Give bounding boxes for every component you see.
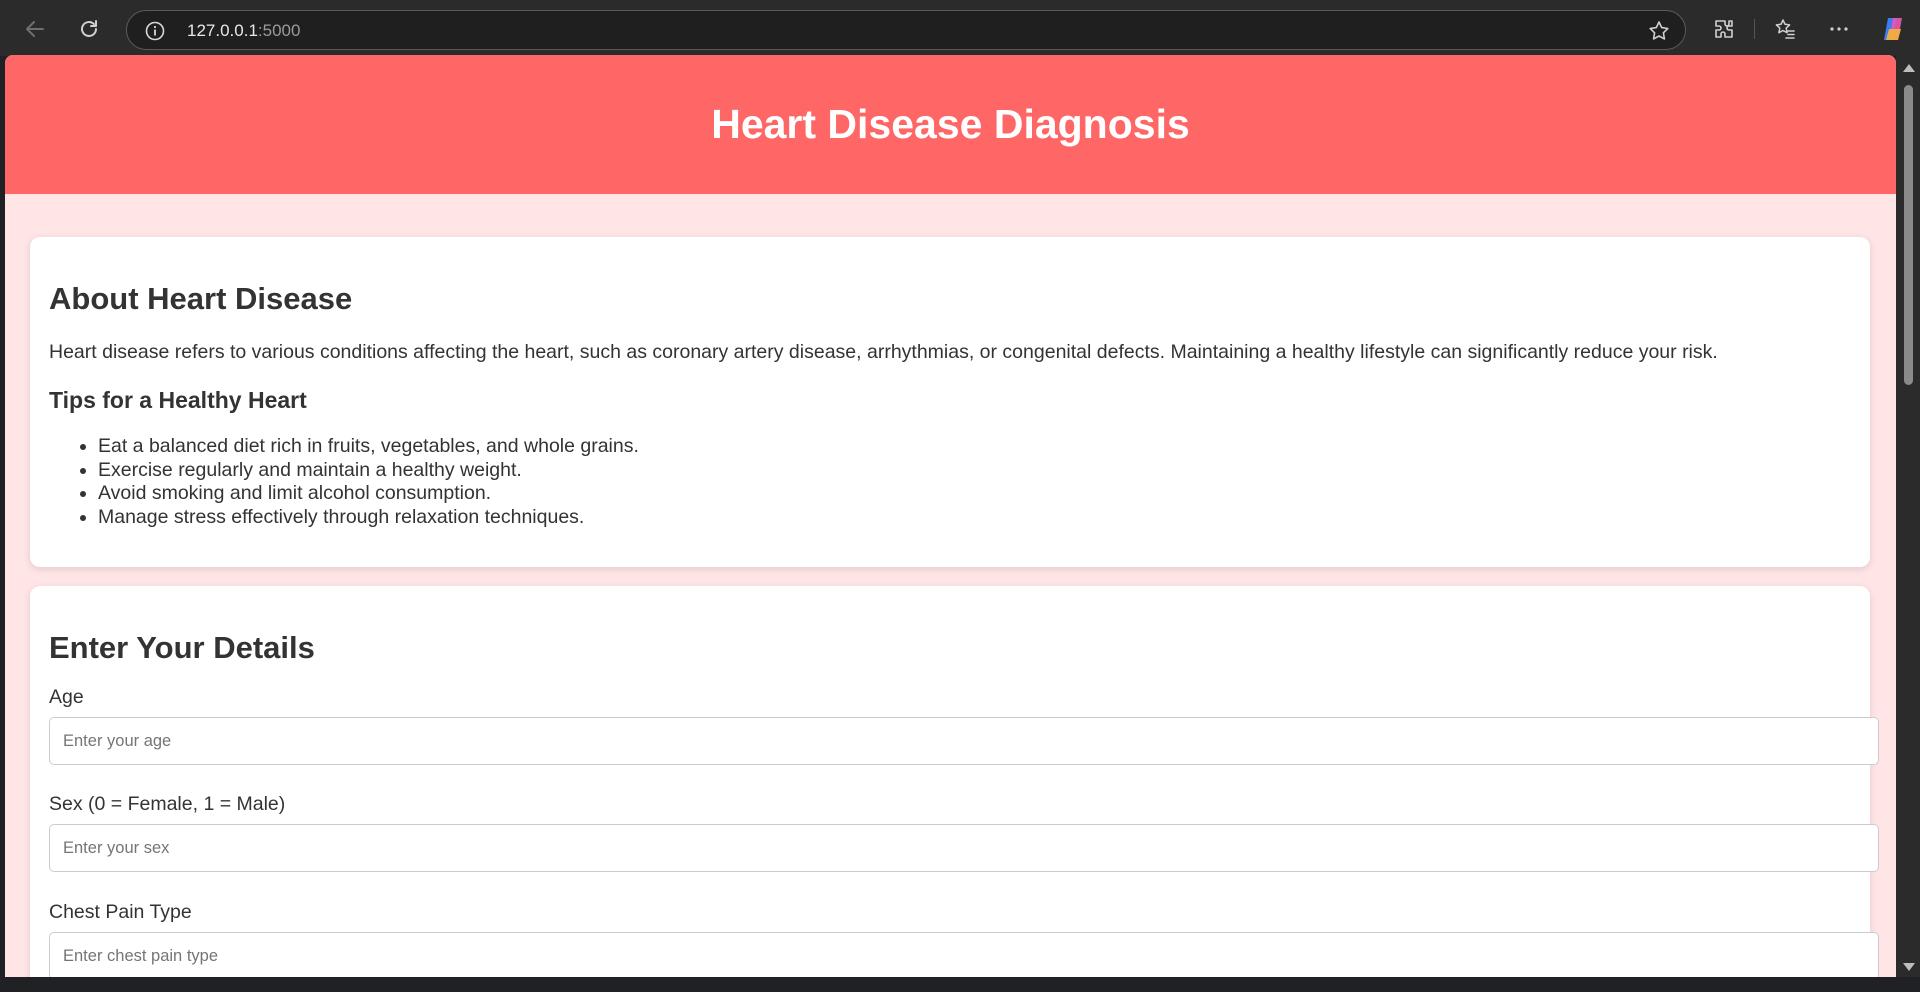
- extensions-icon[interactable]: [1709, 14, 1739, 44]
- info-icon[interactable]: [145, 21, 165, 41]
- list-item: Avoid smoking and limit alcohol consumpt…: [98, 482, 639, 506]
- sex-input[interactable]: [49, 824, 1879, 872]
- age-input[interactable]: [49, 717, 1879, 765]
- url-text[interactable]: 127.0.0.1:5000: [187, 21, 300, 41]
- more-icon[interactable]: [1824, 14, 1854, 44]
- list-item: Exercise regularly and maintain a health…: [98, 459, 639, 483]
- chest-pain-label: Chest Pain Type: [49, 901, 192, 923]
- favorites-icon[interactable]: [1770, 14, 1800, 44]
- page-viewport: Heart Disease Diagnosis About Heart Dise…: [5, 55, 1896, 977]
- scroll-thumb[interactable]: [1904, 85, 1913, 385]
- refresh-icon[interactable]: [74, 14, 104, 44]
- age-label: Age: [49, 686, 84, 708]
- sex-label: Sex (0 = Female, 1 = Male): [49, 793, 286, 815]
- page-scrollbar[interactable]: [1896, 55, 1920, 977]
- chest-pain-input[interactable]: [49, 932, 1879, 977]
- browser-toolbar: 127.0.0.1:5000: [0, 0, 1920, 56]
- about-card: About Heart Disease Heart disease refers…: [30, 237, 1870, 567]
- back-arrow-icon[interactable]: [20, 14, 50, 44]
- scroll-down-arrow-icon[interactable]: [1903, 963, 1915, 971]
- tips-list: Eat a balanced diet rich in fruits, vege…: [98, 435, 639, 529]
- star-icon[interactable]: [1647, 19, 1671, 43]
- window-bottom-edge: [0, 977, 1920, 992]
- list-item: Manage stress effectively through relaxa…: [98, 506, 639, 530]
- tips-heading: Tips for a Healthy Heart: [49, 387, 307, 413]
- toolbar-separator: [1754, 19, 1755, 39]
- site-header: Heart Disease Diagnosis: [5, 55, 1896, 194]
- copilot-icon[interactable]: [1878, 14, 1908, 44]
- details-form-card: Enter Your Details Age Sex (0 = Female, …: [30, 586, 1879, 977]
- url-host: 127.0.0.1: [187, 21, 258, 40]
- url-port: :5000: [257, 21, 301, 40]
- about-heading: About Heart Disease: [49, 281, 353, 316]
- about-description: Heart disease refers to various conditio…: [49, 341, 1718, 363]
- scroll-up-arrow-icon[interactable]: [1903, 64, 1915, 72]
- list-item: Eat a balanced diet rich in fruits, vege…: [98, 435, 639, 459]
- form-heading: Enter Your Details: [49, 630, 315, 665]
- address-bar[interactable]: 127.0.0.1:5000: [126, 10, 1686, 50]
- page-title: Heart Disease Diagnosis: [711, 101, 1190, 147]
